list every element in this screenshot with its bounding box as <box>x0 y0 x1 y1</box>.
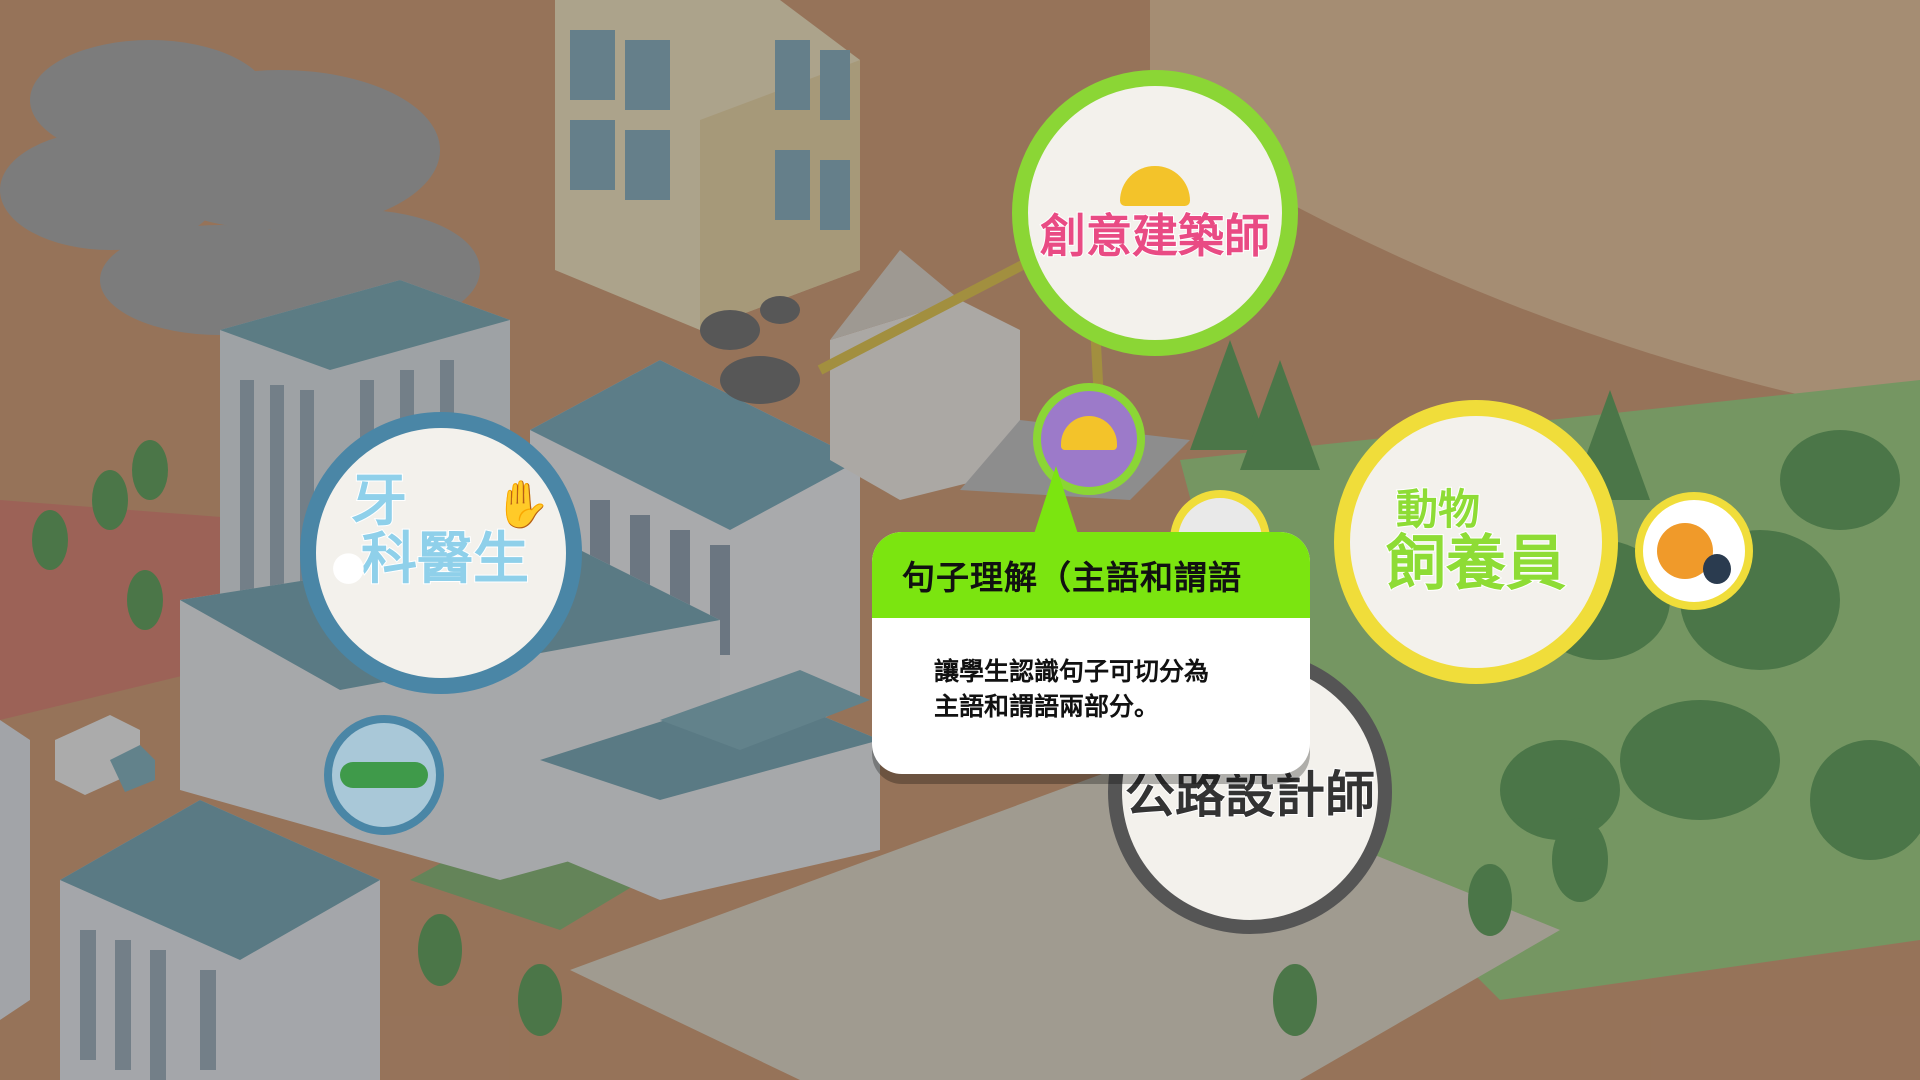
badge-dentist-label-line1: 牙 <box>350 469 408 534</box>
badge-zookeeper-label-line1: 動物 <box>1395 485 1481 535</box>
badge-zookeeper-content: 動物 飼養員 <box>1385 485 1567 599</box>
badge-architect[interactable]: 創意建築師 <box>1012 70 1298 356</box>
hardhat-icon <box>1120 165 1190 206</box>
badge-architect-label: 創意建築師 <box>1039 208 1271 263</box>
tooth-icon: ● <box>331 543 366 589</box>
badge-dentist[interactable]: 牙 科醫生 ● ✋ <box>300 412 582 694</box>
level-marker-dentist[interactable] <box>324 715 444 835</box>
badge-dentist-label-line2: 科醫生 <box>360 527 530 592</box>
glove-icon: ✋ <box>493 477 551 531</box>
crocodile-icon <box>340 762 428 788</box>
level-info-tooltip: 句子理解（主語和謂語 讓學生認識句子可切分為 主語和謂語兩部分。 <box>872 466 1310 774</box>
badge-zookeeper-label-line2: 飼養員 <box>1385 528 1567 599</box>
tooltip-description-line2: 主語和謂語兩部分。 <box>934 692 1160 721</box>
badge-zookeeper[interactable]: 動物 飼養員 <box>1334 400 1618 684</box>
tooltip-pointer <box>1034 466 1078 534</box>
hardhat-character-icon <box>1061 416 1117 450</box>
tooltip-description-line1: 讓學生認識句子可切分為 <box>934 657 1210 686</box>
tooltip-description: 讓學生認識句子可切分為 主語和謂語兩部分。 <box>872 618 1310 724</box>
badge-road-designer-label: 公路設計師 <box>1124 765 1376 824</box>
penguin-icon <box>1703 554 1731 584</box>
badge-dentist-label: 牙 科醫生 ● ✋ <box>331 469 551 633</box>
level-marker-zookeeper[interactable] <box>1635 492 1753 610</box>
badge-architect-content: 創意建築師 <box>1039 165 1271 263</box>
tooltip-header: 句子理解（主語和謂語 <box>872 532 1310 618</box>
tooltip-title: 句子理解（主語和謂語 <box>902 558 1242 597</box>
